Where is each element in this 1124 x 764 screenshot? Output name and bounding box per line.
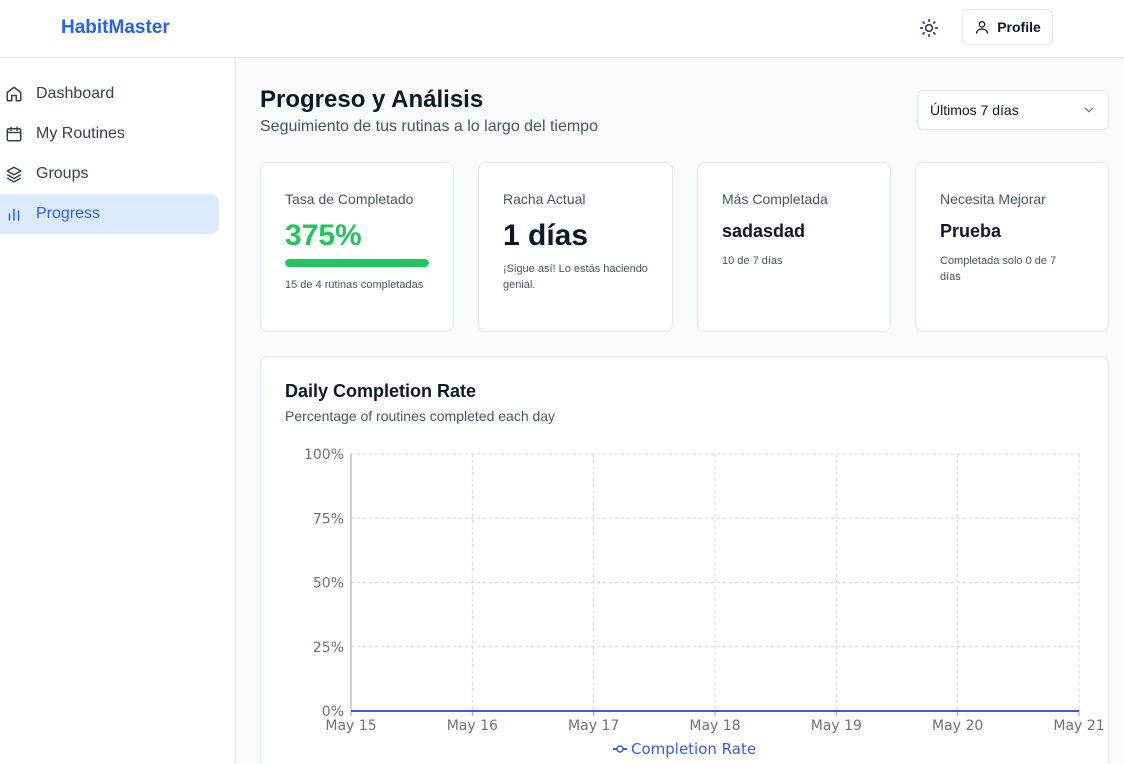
completion-rate-card: Tasa de Completado 375% 15 de 4 rutinas … [260, 162, 454, 332]
chevron-down-icon [1084, 107, 1094, 113]
sidebar-item-my-routines[interactable]: My Routines [0, 114, 219, 154]
most-completed-card: Más Completada sadasdad 10 de 7 días [697, 162, 891, 332]
sidebar-item-groups[interactable]: Groups [0, 154, 219, 194]
daily-completion-chart-card: Daily Completion Rate Percentage of rout… [260, 356, 1109, 764]
completion-progress-bar [285, 259, 429, 267]
most-completed-value: sadasdad [722, 221, 806, 241]
x-tick-label: May 19 [811, 718, 862, 734]
card-label: Tasa de Completado [285, 191, 414, 207]
x-tick-label: May 21 [1053, 718, 1104, 734]
card-label: Necesita Mejorar [940, 191, 1046, 207]
profile-button[interactable]: Profile [962, 9, 1053, 45]
card-label: Racha Actual [503, 191, 586, 207]
x-tick-label: May 15 [325, 718, 376, 734]
needs-improvement-value: Prueba [940, 221, 1002, 241]
legend-marker [616, 745, 624, 753]
y-tick-label: 100% [304, 447, 344, 463]
profile-button-label: Profile [997, 19, 1041, 35]
sidebar-item-label: Groups [36, 165, 89, 182]
completion-progress-fill [285, 259, 429, 267]
sidebar-item-label: Dashboard [36, 85, 115, 102]
layers-icon [6, 166, 22, 183]
date-range-value: Últimos 7 días [930, 102, 1019, 118]
x-tick-label: May 18 [689, 718, 740, 734]
page-title: Progreso y Análisis [260, 86, 484, 113]
y-tick-label: 50% [313, 576, 344, 592]
legend-label: Completion Rate [631, 740, 756, 758]
card-label: Más Completada [722, 191, 828, 207]
sidebar-item-dashboard[interactable]: Dashboard [0, 74, 219, 114]
top-header: HabitMaster Profile [0, 0, 1124, 58]
sun-icon [919, 18, 939, 38]
theme-toggle-button[interactable] [912, 12, 946, 44]
page-subtitle: Seguimiento de tus rutinas a lo largo de… [260, 118, 598, 135]
calendar-icon [6, 126, 22, 142]
home-icon [6, 86, 22, 102]
sidebar-item-label: My Routines [36, 125, 125, 142]
current-streak-value: 1 días [503, 219, 589, 252]
user-icon [976, 21, 989, 34]
date-range-select[interactable]: Últimos 7 días [917, 90, 1109, 130]
sidebar: Dashboard My Routines Groups Progress [0, 58, 236, 764]
x-tick-label: May 16 [447, 718, 498, 734]
current-streak-card: Racha Actual 1 días ¡Sigue así! Lo estás… [478, 162, 673, 332]
bar-chart-icon [8, 208, 20, 221]
y-tick-label: 75% [313, 511, 344, 527]
sidebar-item-label: Progress [36, 205, 101, 222]
brand-logo[interactable]: HabitMaster [61, 17, 170, 39]
y-tick-label: 25% [313, 640, 344, 656]
card-note: 15 de 4 rutinas completadas [285, 279, 424, 291]
card-note: Completada solo 0 de 7 días [940, 255, 1057, 283]
sidebar-item-progress[interactable]: Progress [0, 194, 219, 234]
completion-rate-value: 375% [285, 219, 362, 252]
line-chart: 0%25%50%75%100%May 15 May 16 May 17 May 18 M… [304, 447, 1105, 758]
x-tick-label: May 17 [568, 718, 619, 734]
card-note: 10 de 7 días [722, 255, 783, 267]
needs-improvement-card: Necesita Mejorar Prueba Completada solo … [915, 162, 1109, 332]
card-note: ¡Sigue así! Lo estás haciendo genial. [503, 263, 648, 291]
x-tick-label: May 20 [932, 718, 983, 734]
